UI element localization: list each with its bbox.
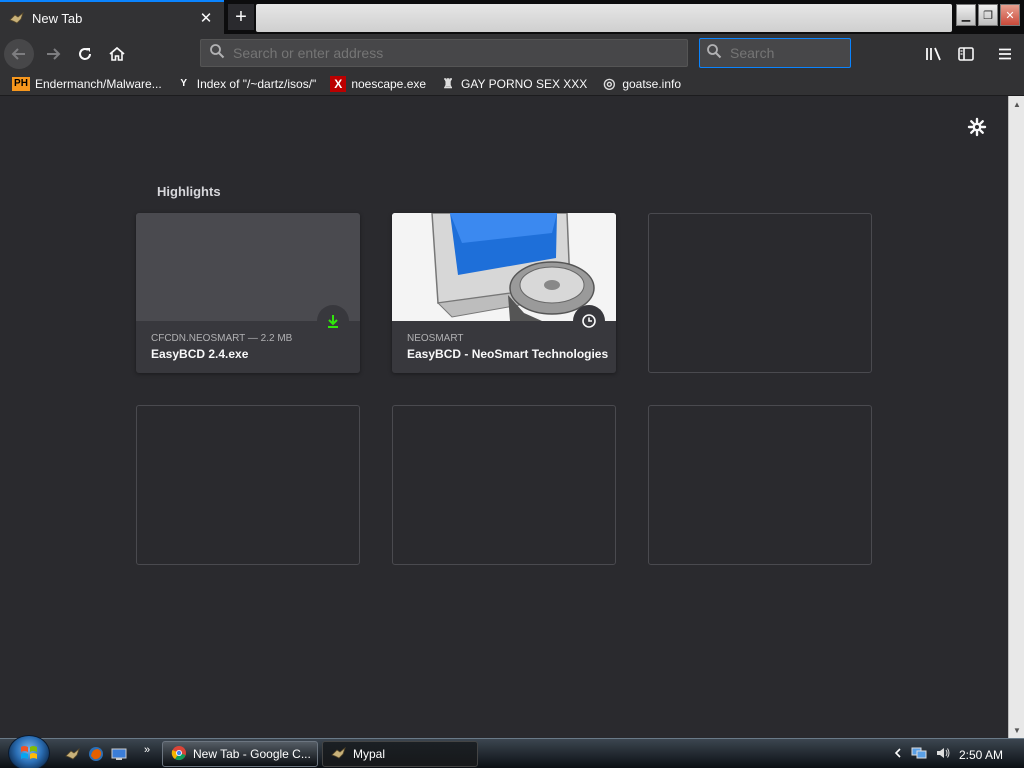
scroll-up-arrow-icon[interactable]: ▲ (1009, 96, 1024, 112)
bookmark-site-icon: ♜ (442, 75, 454, 91)
gear-icon[interactable] (966, 116, 988, 138)
search-icon (209, 43, 225, 64)
navigation-toolbar (0, 34, 1024, 72)
bookmark-item[interactable]: PH Endermanch/Malware... (12, 76, 162, 91)
search-bar[interactable] (699, 38, 911, 68)
window-controls: ▁ ❐ ✕ (956, 4, 1020, 26)
clock-icon (573, 305, 605, 337)
window-close-button[interactable]: ✕ (1000, 4, 1020, 26)
empty-highlight-slot (136, 405, 360, 565)
show-desktop-icon[interactable] (111, 746, 127, 762)
windows-start-orb-icon[interactable] (8, 735, 50, 768)
ph-icon: PH (12, 76, 30, 91)
plus-icon[interactable]: + (228, 4, 254, 30)
tab-strip: New Tab ✕ + ▁ ❐ ✕ (0, 0, 1024, 34)
home-icon[interactable] (102, 39, 132, 69)
sidebar-icon[interactable] (952, 40, 980, 68)
card-thumbnail (136, 213, 360, 321)
bookmark-item[interactable]: X noescape.exe (330, 75, 427, 92)
mypal-icon (8, 10, 26, 26)
highlight-card[interactable]: CFCDN.NEOSMART — 2.2 MB EasyBCD 2.4.exe (136, 213, 360, 373)
volume-icon[interactable] (935, 746, 951, 763)
taskbar-button-label: Mypal (353, 747, 386, 761)
tab-new-tab[interactable]: New Tab ✕ (0, 0, 224, 34)
clock[interactable]: 2:50 AM (959, 748, 1003, 762)
empty-highlight-slot (392, 405, 616, 565)
globe-icon: ◎ (603, 75, 616, 91)
highlight-card[interactable]: NEOSMART EasyBCD - NeoSmart Technologies (392, 213, 616, 373)
taskbar-button[interactable]: New Tab - Google C... (162, 741, 318, 767)
card-meta: CFCDN.NEOSMART — 2.2 MB (151, 333, 293, 344)
card-thumbnail (392, 213, 616, 321)
tab-title: New Tab (32, 10, 83, 26)
chrome-icon (171, 745, 187, 764)
yp-icon: Y (180, 78, 188, 89)
arrow-left-icon[interactable] (4, 39, 34, 69)
vertical-scrollbar[interactable]: ▲ ▼ (1008, 96, 1024, 738)
reload-icon[interactable] (70, 39, 100, 69)
bookmark-item[interactable]: ◎ goatse.info (601, 75, 682, 92)
search-icon (706, 43, 722, 64)
tab-strip-empty-area (256, 4, 952, 32)
network-icon[interactable] (911, 746, 927, 763)
x-icon: X (330, 75, 347, 92)
empty-highlight-slot (648, 405, 872, 565)
bookmark-label: Index of "/~dartz/isos/" (196, 76, 317, 91)
bookmark-label: noescape.exe (351, 76, 427, 91)
bookmark-label: goatse.info (622, 76, 682, 91)
chevron-right-icon[interactable]: » (144, 744, 150, 756)
bookmark-label: Endermanch/Malware... (35, 76, 162, 91)
arrow-right-icon[interactable] (38, 39, 68, 69)
restore-button[interactable]: ❐ (978, 4, 998, 26)
scroll-down-arrow-icon[interactable]: ▼ (1009, 722, 1024, 738)
card-title: EasyBCD - NeoSmart Technologies (407, 347, 609, 361)
library-icon[interactable] (920, 40, 948, 68)
taskbar-button-active[interactable]: Mypal (322, 741, 478, 767)
bookmark-label: GAY PORNO SEX XXX (461, 76, 588, 91)
mypal-icon (331, 746, 347, 763)
bookmarks-toolbar: PH Endermanch/Malware... Y Index of "/~d… (0, 72, 1024, 96)
address-input[interactable] (233, 45, 687, 61)
chevron-left-icon[interactable] (893, 747, 903, 762)
new-tab-page: Highlights CFCDN.NEOSMART — 2.2 MB EasyB… (0, 96, 1008, 738)
taskbar-button-label: New Tab - Google C... (193, 747, 311, 761)
card-title: EasyBCD 2.4.exe (151, 347, 249, 361)
bookmark-item[interactable]: ♜ GAY PORNO SEX XXX (440, 76, 587, 92)
close-icon[interactable]: ✕ (196, 8, 216, 28)
address-bar[interactable] (200, 39, 688, 67)
hamburger-menu-icon[interactable] (991, 40, 1019, 68)
card-meta: NEOSMART (407, 333, 464, 344)
mypal-icon[interactable] (65, 746, 81, 762)
taskbar: » New Tab - Google C... Mypal 2:50 AM (0, 735, 1024, 768)
firefox-icon[interactable] (88, 746, 104, 762)
download-icon (317, 305, 349, 337)
system-tray: 2:50 AM (893, 746, 1003, 763)
empty-highlight-slot (648, 213, 872, 373)
minimize-button[interactable]: ▁ (956, 4, 976, 26)
bookmark-item[interactable]: Y Index of "/~dartz/isos/" (176, 76, 317, 92)
search-input[interactable] (730, 45, 911, 61)
highlights-title: Highlights (157, 184, 221, 199)
